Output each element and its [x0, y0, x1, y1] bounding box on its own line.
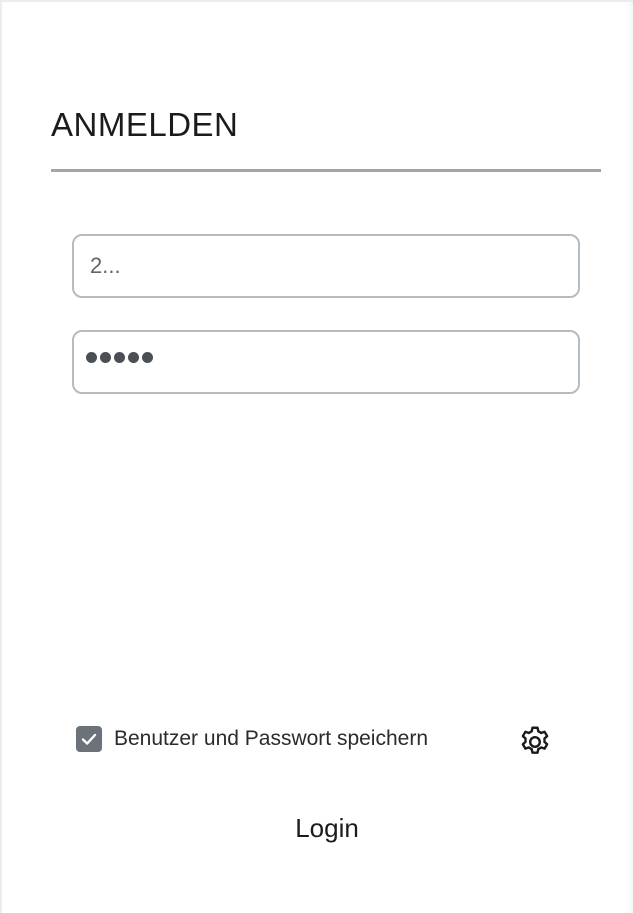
- page-title: ANMELDEN: [51, 106, 239, 143]
- gear-icon[interactable]: [517, 724, 553, 760]
- remember-label: Benutzer und Passwort speichern: [114, 727, 429, 750]
- password-mask: [86, 352, 153, 363]
- login-panel: ANMELDEN Benutzer und Passwort speichern…: [0, 0, 633, 913]
- remember-checkbox[interactable]: [76, 726, 102, 752]
- remember-credentials-option[interactable]: Benutzer und Passwort speichern: [76, 726, 428, 752]
- login-button[interactable]: Login: [227, 806, 427, 850]
- title-divider: [51, 169, 601, 172]
- username-field[interactable]: [72, 234, 580, 298]
- checkmark-icon: [81, 733, 97, 745]
